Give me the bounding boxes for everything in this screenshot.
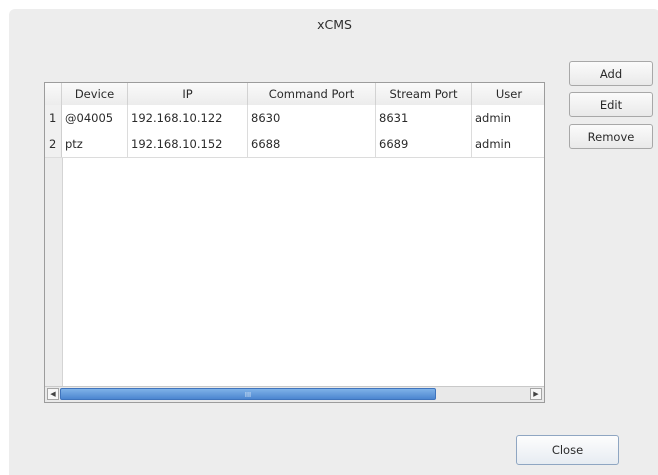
- remove-button[interactable]: Remove: [569, 124, 653, 149]
- scrollbar-grip-icon: III: [244, 391, 252, 399]
- column-header-ip[interactable]: IP: [128, 83, 248, 105]
- table-row[interactable]: 2 ptz 192.168.10.152 6688 6689 admin: [45, 131, 544, 158]
- cell-ip[interactable]: 192.168.10.122: [128, 105, 248, 131]
- add-button[interactable]: Add: [569, 61, 653, 86]
- cell-stream-port[interactable]: 6689: [376, 131, 472, 157]
- window-title: xCMS: [317, 17, 352, 32]
- row-number[interactable]: 1: [45, 105, 62, 131]
- column-header-user[interactable]: User: [472, 83, 544, 105]
- row-number[interactable]: 2: [45, 131, 62, 157]
- cell-user[interactable]: admin: [472, 105, 544, 131]
- column-header-command-port[interactable]: Command Port: [248, 83, 376, 105]
- close-button[interactable]: Close: [516, 435, 619, 465]
- xcms-dialog: xCMS Add Edit Remove Device IP Command P…: [9, 9, 658, 475]
- table-row[interactable]: 1 @04005 192.168.10.122 8630 8631 admin: [45, 105, 544, 132]
- cell-command-port[interactable]: 8630: [248, 105, 376, 131]
- edit-button[interactable]: Edit: [569, 92, 653, 117]
- scroll-left-icon[interactable]: ◀: [47, 388, 59, 400]
- cell-device[interactable]: @04005: [62, 105, 128, 131]
- scroll-right-icon[interactable]: ▶: [530, 388, 542, 400]
- cell-device[interactable]: ptz: [62, 131, 128, 157]
- device-table: Device IP Command Port Stream Port User …: [44, 82, 545, 403]
- cell-ip[interactable]: 192.168.10.152: [128, 131, 248, 157]
- header-corner[interactable]: [45, 83, 62, 105]
- column-header-stream-port[interactable]: Stream Port: [376, 83, 472, 105]
- cell-command-port[interactable]: 6688: [248, 131, 376, 157]
- table-header: Device IP Command Port Stream Port User: [45, 83, 544, 106]
- column-header-device[interactable]: Device: [62, 83, 128, 105]
- cell-user[interactable]: admin: [472, 131, 544, 157]
- cell-stream-port[interactable]: 8631: [376, 105, 472, 131]
- horizontal-scrollbar[interactable]: ◀ III ▶: [45, 386, 544, 402]
- scrollbar-thumb[interactable]: III: [60, 388, 436, 400]
